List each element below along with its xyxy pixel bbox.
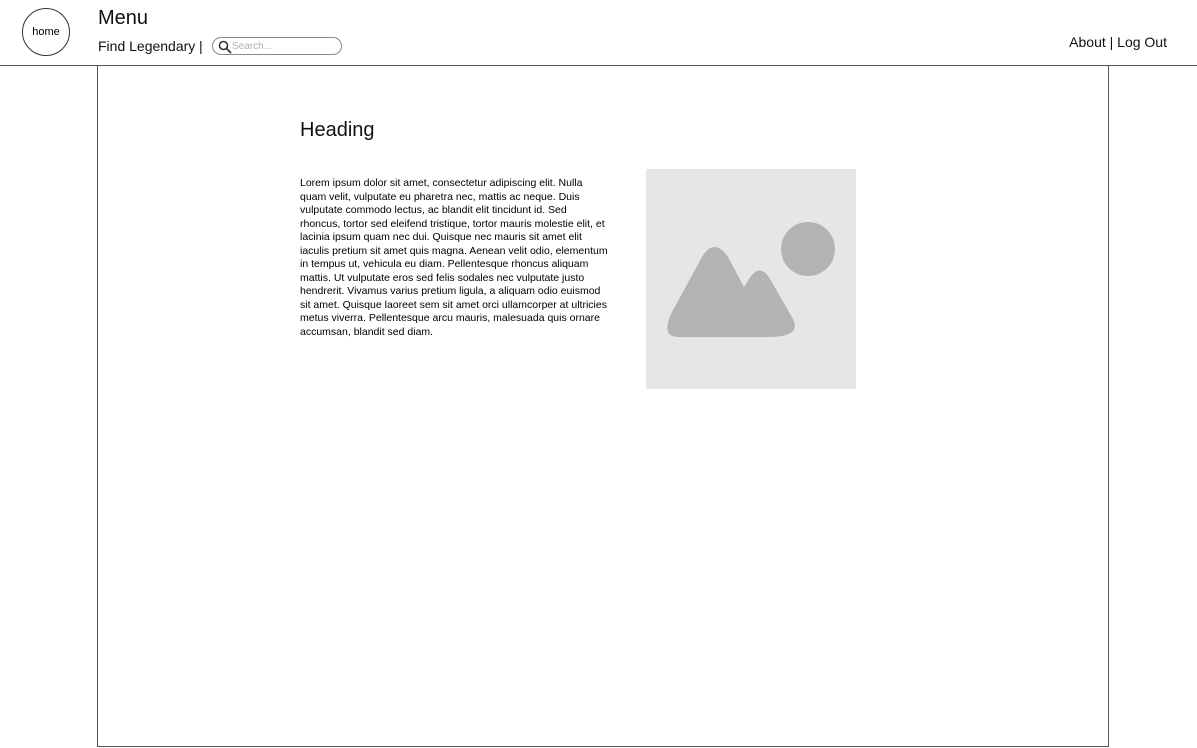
nav-separator: | [199, 38, 203, 54]
search-box[interactable] [212, 37, 342, 55]
content-frame [97, 66, 1109, 747]
about-link[interactable]: About [1069, 34, 1106, 50]
page: home Menu Find Legendary | About | Log O… [0, 0, 1197, 748]
image-placeholder-icon [667, 222, 835, 337]
search-icon [218, 40, 232, 54]
top-links: About | Log Out [1069, 34, 1167, 51]
search-input[interactable] [232, 39, 336, 53]
top-links-separator: | [1109, 34, 1114, 50]
home-button-label: home [32, 26, 60, 38]
page-heading: Heading [300, 119, 375, 141]
body-paragraph: Lorem ipsum dolor sit amet, consectetur … [300, 177, 608, 338]
log-out-link[interactable]: Log Out [1117, 34, 1167, 50]
menu-title: Menu [98, 7, 149, 29]
image-placeholder [646, 169, 856, 389]
find-legendary-link[interactable]: Find Legendary [98, 38, 195, 55]
home-button[interactable]: home [22, 8, 70, 56]
